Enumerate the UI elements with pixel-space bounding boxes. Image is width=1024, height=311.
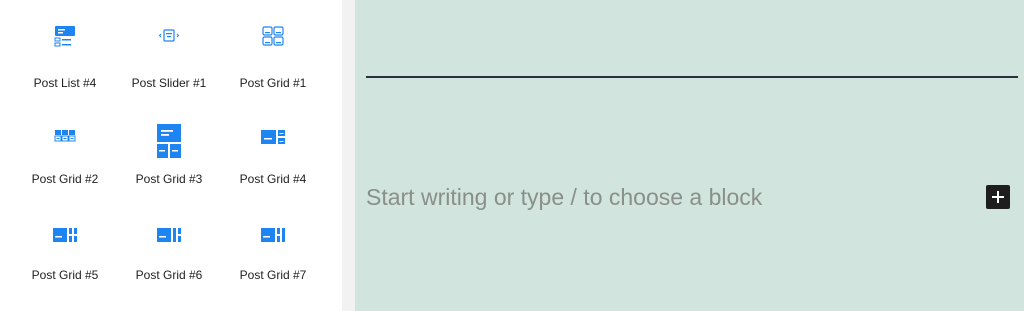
block-label: Post Grid #4 — [239, 172, 307, 186]
block-post-grid-4[interactable]: Post Grid #4 — [221, 124, 325, 200]
block-post-grid-3[interactable]: Post Grid #3 — [117, 124, 221, 200]
block-post-grid-1[interactable]: Post Grid #1 — [221, 24, 325, 100]
editor-canvas: Start writing or type / to choose a bloc… — [355, 0, 1024, 311]
post-grid-outline-icon — [262, 26, 284, 46]
block-post-grid-5[interactable]: Post Grid #5 — [13, 222, 117, 298]
block-label: Post Grid #3 — [135, 172, 203, 186]
block-post-slider-1[interactable]: Post Slider #1 — [117, 24, 221, 100]
plus-icon — [992, 191, 1004, 203]
block-label: Post Grid #2 — [31, 172, 99, 186]
post-grid-tiles-icon — [54, 130, 76, 142]
add-block-button[interactable] — [986, 185, 1010, 209]
editor-screen: Post List #4 Post Slider #1 Post Grid #1… — [0, 0, 1024, 311]
post-grid-split-icon — [261, 130, 285, 144]
post-grid-columns-icon — [53, 228, 77, 242]
post-slider-icon — [158, 29, 180, 42]
separator-block[interactable] — [366, 76, 1018, 78]
block-label: Post Grid #5 — [31, 268, 99, 282]
block-post-grid-6[interactable]: Post Grid #6 — [117, 222, 221, 298]
post-list-icon — [54, 26, 75, 47]
post-grid-featured-icon — [157, 124, 181, 158]
block-inserter-panel: Post List #4 Post Slider #1 Post Grid #1… — [0, 0, 342, 311]
post-grid-columns-icon — [157, 228, 181, 242]
block-post-grid-2[interactable]: Post Grid #2 — [13, 124, 117, 200]
block-post-grid-7[interactable]: Post Grid #7 — [221, 222, 325, 298]
block-label: Post List #4 — [33, 76, 97, 90]
paragraph-placeholder[interactable]: Start writing or type / to choose a bloc… — [366, 184, 762, 211]
block-label: Post Grid #6 — [135, 268, 203, 282]
block-label: Post Slider #1 — [131, 76, 207, 90]
post-grid-columns-icon — [261, 228, 285, 242]
block-label: Post Grid #1 — [239, 76, 307, 90]
block-label: Post Grid #7 — [239, 268, 307, 282]
block-post-list-4[interactable]: Post List #4 — [13, 24, 117, 100]
panel-divider — [342, 0, 355, 311]
